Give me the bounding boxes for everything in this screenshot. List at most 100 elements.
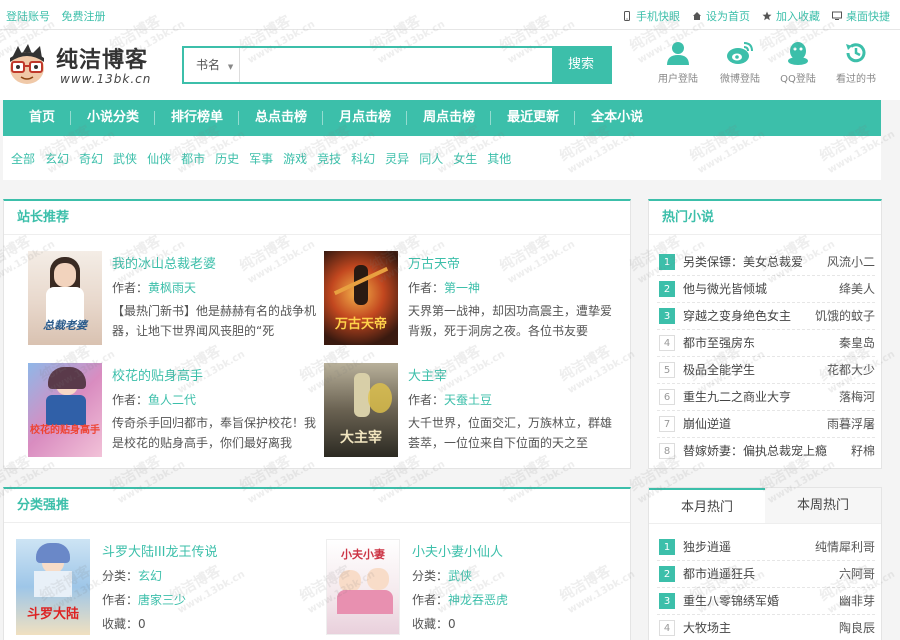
author-link[interactable]: 天蚕土豆 — [444, 393, 492, 407]
fav-prefix: 收藏： — [102, 617, 139, 631]
hot-item-author[interactable]: 风流小二 — [827, 249, 875, 275]
book-cover[interactable]: 校花的贴身高手 — [28, 363, 102, 457]
genre-junshi[interactable]: 军事 — [249, 150, 273, 167]
nav-completed[interactable]: 全本小说 — [575, 100, 659, 136]
tab-month-hot[interactable]: 本月热门 — [649, 488, 765, 523]
hot-item[interactable]: 2 都市逍遥狂兵 六阿哥 — [657, 561, 875, 587]
hot-item-name[interactable]: 重生八零锦绣军婚 — [683, 588, 779, 614]
genre-xianxia[interactable]: 仙侠 — [147, 150, 171, 167]
set-homepage-link[interactable]: 设为首页 — [692, 8, 750, 24]
hot-item[interactable]: 1 另类保镖：美女总裁爱 风流小二 — [657, 249, 875, 275]
hot-item-name[interactable]: 崩仙逆道 — [683, 411, 731, 437]
author-link[interactable]: 鱼人二代 — [148, 393, 196, 407]
book-title[interactable]: 斗罗大陆III龙王传说 — [102, 541, 218, 560]
genre-wuxia[interactable]: 武侠 — [113, 150, 137, 167]
hot-item-name[interactable]: 替嫁娇妻：偏执总裁宠上瘾 — [683, 438, 827, 464]
hot-item-author[interactable]: 雨暮浮屠 — [827, 411, 875, 437]
hot-item-name[interactable]: 他与微光皆倾城 — [683, 276, 767, 302]
book-title[interactable]: 小夫小妻小仙人 — [412, 541, 503, 560]
genre-kehuan[interactable]: 科幻 — [351, 150, 375, 167]
hot-item[interactable]: 5 极品全能学生 花都大少 — [657, 357, 875, 383]
search-category-select[interactable]: 书名 ▼ — [184, 48, 240, 82]
category-title: 分类强推 — [4, 489, 630, 523]
reading-history-link[interactable]: 看过的书 — [828, 40, 884, 85]
genre-all[interactable]: 全部 — [11, 150, 35, 167]
book-cover[interactable]: 总裁老婆 — [28, 251, 102, 345]
hot-item[interactable]: 8 替嫁娇妻：偏执总裁宠上瘾 籽棉 — [657, 438, 875, 464]
author-link[interactable]: 唐家三少 — [138, 593, 186, 607]
author-link[interactable]: 神龙吞恶虎 — [448, 593, 508, 607]
nav-monthly-clicks[interactable]: 月点击榜 — [323, 100, 408, 136]
hot-item-name[interactable]: 穿越之变身绝色女主 — [683, 303, 791, 329]
qq-login-link[interactable]: QQ登陆 — [770, 40, 826, 85]
hot-item-author[interactable]: 六阿哥 — [839, 561, 875, 587]
desktop-shortcut-link[interactable]: 桌面快捷 — [832, 8, 890, 24]
nav-home[interactable]: 首页 — [13, 100, 72, 136]
hot-item-name[interactable]: 独步逍遥 — [683, 534, 731, 560]
author-link[interactable]: 黄枫雨天 — [148, 281, 196, 295]
hot-item-author[interactable]: 秦皇岛 — [839, 330, 875, 356]
hot-item-author[interactable]: 落梅河 — [839, 384, 875, 410]
book-title[interactable]: 大主宰 — [408, 365, 447, 384]
chevron-down-icon: ▼ — [227, 63, 234, 71]
genre-nvsheng[interactable]: 女生 — [453, 150, 477, 167]
bookmark-link[interactable]: 加入收藏 — [762, 8, 820, 24]
rank-badge: 2 — [659, 281, 675, 297]
hot-item[interactable]: 4 都市至强房东 秦皇岛 — [657, 330, 875, 356]
hot-item-author[interactable]: 饥饿的蚊子 — [815, 303, 875, 329]
nav-categories[interactable]: 小说分类 — [71, 100, 156, 136]
weibo-login-link[interactable]: 微博登陆 — [712, 40, 768, 85]
book-cover[interactable]: 斗罗大陆 — [16, 539, 90, 635]
hot-item-author[interactable]: 纯情犀利哥 — [815, 534, 875, 560]
hot-item[interactable]: 7 崩仙逆道 雨暮浮屠 — [657, 411, 875, 437]
login-link[interactable]: 登陆账号 — [6, 10, 50, 23]
user-login-link[interactable]: 用户登陆 — [650, 40, 706, 85]
genre-other[interactable]: 其他 — [487, 150, 511, 167]
type-link[interactable]: 玄幻 — [138, 569, 162, 583]
genre-jingji[interactable]: 竞技 — [317, 150, 341, 167]
hot-item-name[interactable]: 另类保镖：美女总裁爱 — [683, 249, 803, 275]
book-cover[interactable]: 大主宰 — [324, 363, 398, 457]
genre-dushi[interactable]: 都市 — [181, 150, 205, 167]
site-logo[interactable]: 纯洁博客 www.13bk.cn — [4, 36, 164, 92]
book-title[interactable]: 万古天帝 — [408, 253, 460, 272]
search-input[interactable] — [242, 48, 552, 82]
hot-item-name[interactable]: 大牧场主 — [683, 615, 731, 640]
mobile-link[interactable]: 手机快眼 — [622, 8, 680, 24]
type-link[interactable]: 武侠 — [448, 569, 472, 583]
hot-item-author[interactable]: 籽棉 — [851, 438, 875, 464]
book-title[interactable]: 我的冰山总裁老婆 — [112, 253, 216, 272]
book-cover[interactable]: 小夫小妻 — [326, 539, 400, 635]
book-cover[interactable]: 万古天帝 — [324, 251, 398, 345]
nav-rankings[interactable]: 排行榜单 — [155, 100, 240, 136]
register-link[interactable]: 免费注册 — [62, 10, 106, 23]
book-title[interactable]: 校花的贴身高手 — [112, 365, 203, 384]
genre-youxi[interactable]: 游戏 — [283, 150, 307, 167]
genre-xuanhuan[interactable]: 玄幻 — [45, 150, 69, 167]
genre-lishi[interactable]: 历史 — [215, 150, 239, 167]
genre-qihuan[interactable]: 奇幻 — [79, 150, 103, 167]
hot-item-name[interactable]: 都市逍遥狂兵 — [683, 561, 755, 587]
genre-tongren[interactable]: 同人 — [419, 150, 443, 167]
hot-item[interactable]: 2 他与微光皆倾城 绛美人 — [657, 276, 875, 302]
hot-item-name[interactable]: 重生九二之商业大亨 — [683, 384, 791, 410]
hot-item[interactable]: 3 穿越之变身绝色女主 饥饿的蚊子 — [657, 303, 875, 329]
nav-weekly-clicks[interactable]: 周点击榜 — [407, 100, 492, 136]
hot-item-name[interactable]: 极品全能学生 — [683, 357, 755, 383]
type-prefix: 分类： — [412, 569, 449, 583]
hot-item-author[interactable]: 陶良辰 — [839, 615, 875, 640]
hot-item-author[interactable]: 绛美人 — [839, 276, 875, 302]
hot-item[interactable]: 1 独步逍遥 纯情犀利哥 — [657, 534, 875, 560]
author-link[interactable]: 第一神 — [444, 281, 480, 295]
hot-item-author[interactable]: 幽非芽 — [839, 588, 875, 614]
hot-item[interactable]: 6 重生九二之商业大亨 落梅河 — [657, 384, 875, 410]
search-button[interactable]: 搜索 — [552, 48, 610, 82]
hot-item-author[interactable]: 花都大少 — [827, 357, 875, 383]
tab-week-hot[interactable]: 本周热门 — [765, 488, 881, 523]
hot-item[interactable]: 4 大牧场主 陶良辰 — [657, 615, 875, 640]
nav-recent-updates[interactable]: 最近更新 — [491, 100, 576, 136]
nav-total-clicks[interactable]: 总点击榜 — [239, 100, 324, 136]
genre-lingyi[interactable]: 灵异 — [385, 150, 409, 167]
hot-item[interactable]: 3 重生八零锦绣军婚 幽非芽 — [657, 588, 875, 614]
hot-item-name[interactable]: 都市至强房东 — [683, 330, 755, 356]
